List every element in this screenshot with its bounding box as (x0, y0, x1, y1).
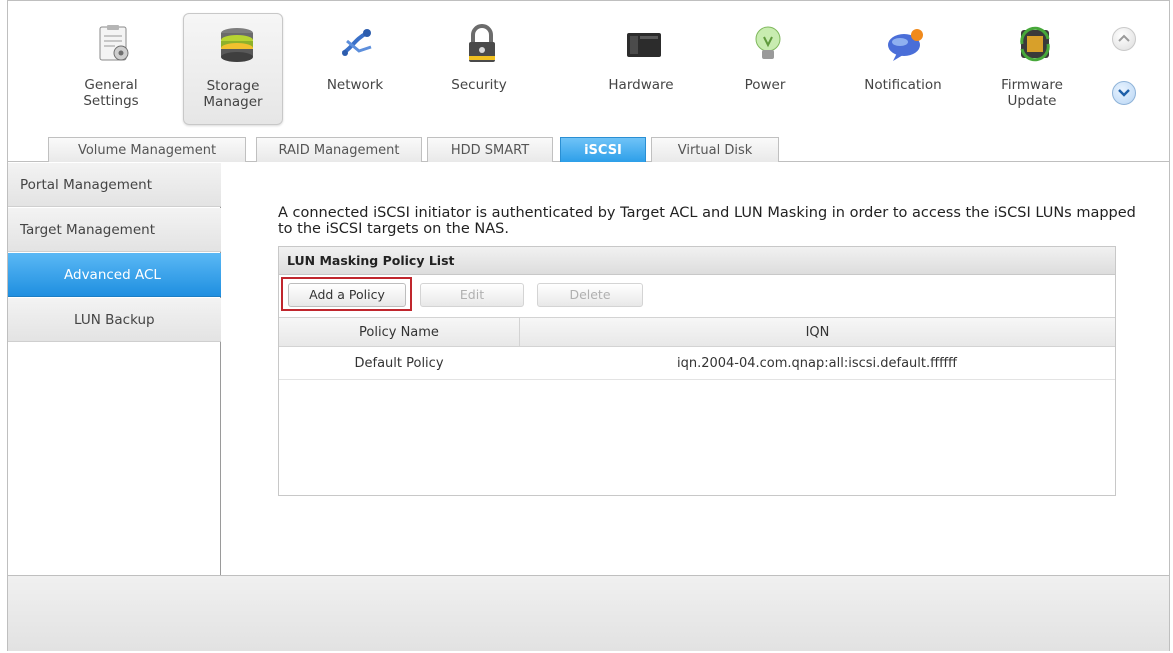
toolbar-hardware[interactable]: Hardware (591, 13, 691, 125)
hardware-icon (627, 33, 661, 57)
toolbar-label: Power (744, 77, 786, 93)
toolbar-label: Hardware (608, 77, 674, 93)
toolbar-firmware-update[interactable]: Firmware Update (982, 13, 1082, 125)
chevron-down-icon (1118, 89, 1130, 97)
tab-iscsi[interactable]: iSCSI (560, 137, 646, 162)
add-policy-button[interactable]: Add a Policy (288, 283, 406, 307)
toolbar-storage-manager[interactable]: Storage Manager (183, 13, 283, 125)
tab-volume-management[interactable]: Volume Management (48, 137, 246, 162)
tab-virtual-disk[interactable]: Virtual Disk (651, 137, 779, 162)
delete-button[interactable]: Delete (537, 283, 643, 307)
sidebar-item-advanced-acl[interactable]: Advanced ACL (8, 253, 221, 297)
scroll-down-button[interactable] (1112, 81, 1136, 105)
footer-bar (8, 575, 1169, 651)
sidebar-item-lun-backup[interactable]: LUN Backup (8, 298, 221, 342)
firmware-chip-icon (1020, 26, 1050, 62)
toolbar-label: Firmware Update (1001, 77, 1063, 109)
toolbar-label: Security (451, 77, 507, 93)
toolbar-network[interactable]: Network (305, 13, 405, 125)
panel-title: LUN Masking Policy List (279, 247, 1115, 275)
column-header-policy-name[interactable]: Policy Name (279, 317, 519, 347)
lightbulb-icon (755, 26, 781, 59)
edit-button[interactable]: Edit (420, 283, 524, 307)
toolbar-label: General Settings (83, 77, 139, 109)
general-settings-icon (99, 25, 129, 61)
toolbar-power[interactable]: Power (715, 13, 815, 125)
notification-icon (888, 29, 923, 61)
main-content: A connected iSCSI initiator is authentic… (222, 163, 1169, 575)
panel-button-bar: Add a Policy Edit Delete (279, 275, 1115, 315)
toolbar-label: Notification (864, 77, 942, 93)
sidebar: Portal Management Target Management Adva… (8, 163, 221, 575)
tab-raid-management[interactable]: RAID Management (256, 137, 422, 162)
toolbar-notification[interactable]: Notification (853, 13, 953, 125)
toolbar-general-settings[interactable]: General Settings (61, 13, 161, 125)
storage-manager-icon (221, 28, 253, 62)
toolbar-label: Network (326, 77, 384, 93)
network-icon (341, 29, 372, 56)
chevron-up-icon (1118, 34, 1130, 42)
toolbar-label: Storage Manager (203, 78, 263, 110)
iqn-cell: iqn.2004-04.com.qnap:all:iscsi.default.f… (676, 356, 958, 371)
description-text: A connected iSCSI initiator is authentic… (278, 205, 1136, 237)
lock-icon (469, 24, 495, 62)
table-row[interactable]: Default Policy iqn.2004-04.com.qnap:all:… (279, 348, 1115, 380)
sidebar-item-portal-management[interactable]: Portal Management (8, 163, 221, 207)
toolbar-security[interactable]: Security (429, 13, 529, 125)
scroll-up-button[interactable] (1112, 27, 1136, 51)
lun-masking-policy-panel: LUN Masking Policy List Add a Policy Edi… (278, 246, 1116, 496)
storage-manager-window: General Settings Storage Manager Network… (7, 0, 1170, 651)
tab-bar: Volume Management RAID Management HDD SM… (8, 137, 1169, 162)
tab-hdd-smart[interactable]: HDD SMART (427, 137, 553, 162)
sidebar-item-target-management[interactable]: Target Management (8, 208, 221, 252)
policy-name-cell: Default Policy (354, 356, 444, 371)
column-header-iqn[interactable]: IQN (519, 317, 1115, 347)
